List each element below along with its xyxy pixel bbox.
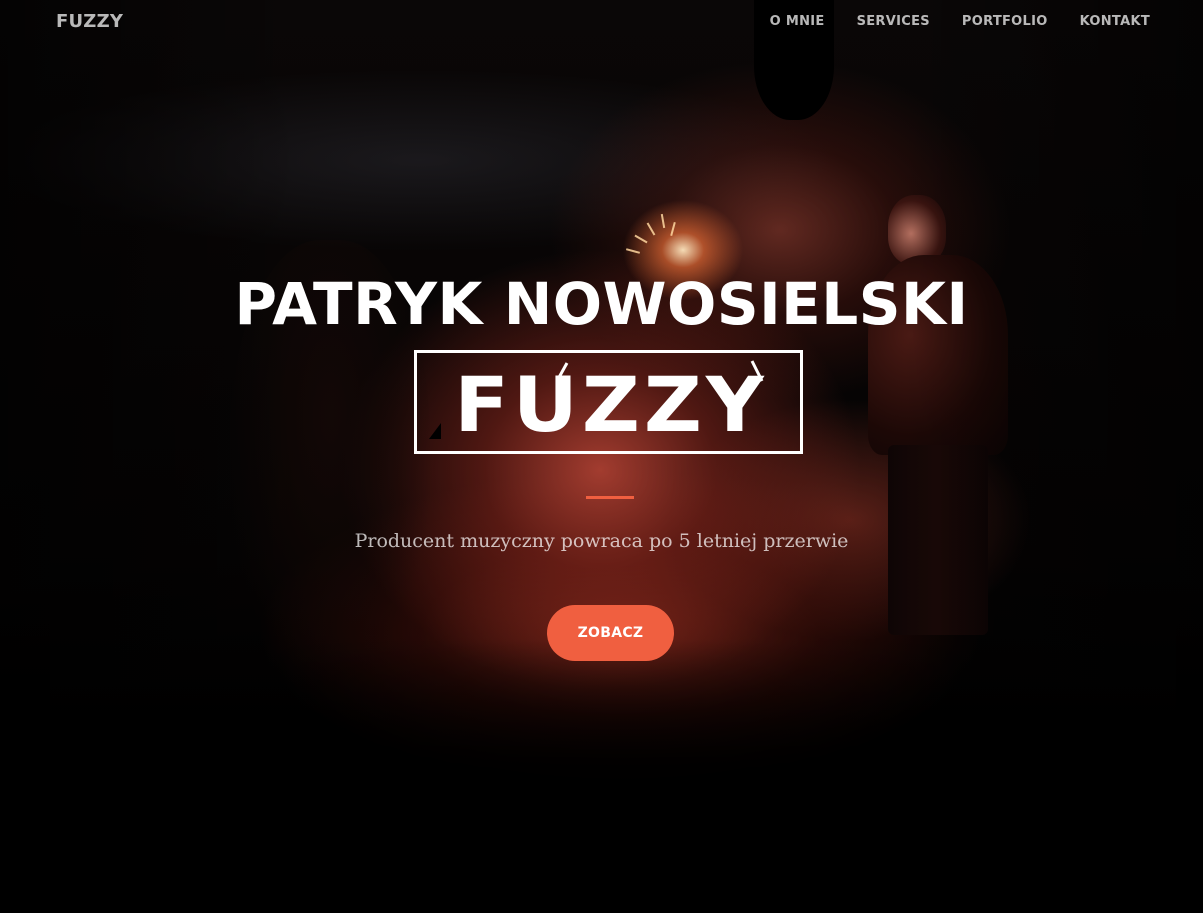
fuzzy-logo-graphic: FUZZY: [429, 360, 768, 450]
top-navbar: FUZZY O MNIE SERVICES PORTFOLIO KONTAKT: [0, 0, 1203, 44]
nav-link-kontakt[interactable]: KONTAKT: [1080, 14, 1150, 29]
nav-links: O MNIE SERVICES PORTFOLIO KONTAKT: [770, 14, 1150, 29]
hero-title: PATRYK NOWOSIELSKI: [234, 270, 969, 338]
navbar-brand[interactable]: FUZZY: [56, 11, 123, 32]
zobacz-button[interactable]: ZOBACZ: [547, 605, 674, 661]
nav-link-services[interactable]: SERVICES: [857, 14, 930, 29]
logo-cut-mark: [429, 423, 441, 439]
nav-link-o-mnie[interactable]: O MNIE: [770, 14, 825, 29]
fuzzy-logo-text: FUZZY: [454, 362, 768, 450]
nav-link-portfolio[interactable]: PORTFOLIO: [962, 14, 1048, 29]
accent-divider: [586, 496, 634, 499]
hero-section: PATRYK NOWOSIELSKI FUZZY Producent muzyc…: [0, 0, 1203, 913]
fuzzy-logo: FUZZY: [414, 350, 803, 454]
page: FUZZY O MNIE SERVICES PORTFOLIO KONTAKT …: [0, 0, 1203, 913]
hero-subtitle: Producent muzyczny powraca po 5 letniej …: [354, 530, 849, 552]
